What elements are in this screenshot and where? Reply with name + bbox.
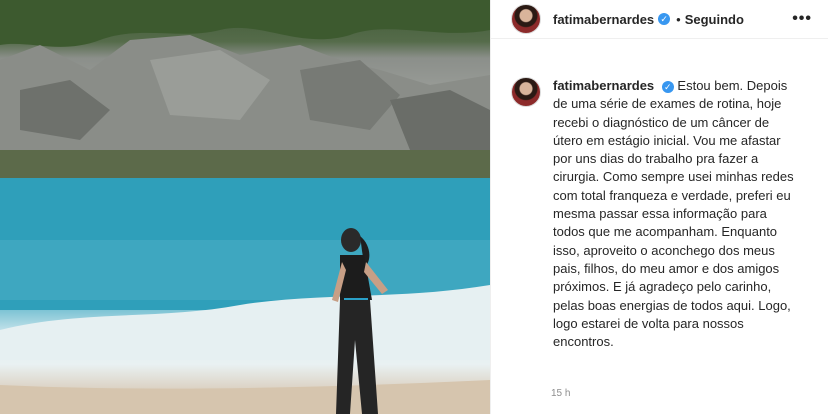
beach-scene-illustration xyxy=(0,0,490,414)
caption-avatar[interactable] xyxy=(511,77,541,107)
post-timestamp[interactable]: 15 h xyxy=(551,388,570,399)
verified-badge-icon: ✓ xyxy=(658,13,671,25)
following-button[interactable]: Seguindo xyxy=(685,12,744,27)
caption-verified-badge-icon: ✓ xyxy=(661,81,674,93)
post-photo[interactable] xyxy=(0,0,490,414)
caption-text-block: fatimabernardes ✓ Estou bem. Depois de u… xyxy=(553,77,795,351)
post-header: fatimabernardes ✓ • Seguindo ••• xyxy=(491,0,828,39)
instagram-post: fatimabernardes ✓ • Seguindo ••• fatimab… xyxy=(0,0,828,414)
post-sidebar: fatimabernardes ✓ • Seguindo ••• fatimab… xyxy=(490,0,828,414)
profile-avatar[interactable] xyxy=(511,4,541,34)
more-options-icon[interactable]: ••• xyxy=(792,10,812,28)
header-separator: • xyxy=(676,11,681,27)
post-caption: fatimabernardes ✓ Estou bem. Depois de u… xyxy=(491,39,828,351)
header-username[interactable]: fatimabernardes xyxy=(553,12,654,27)
caption-username[interactable]: fatimabernardes xyxy=(553,78,654,93)
caption-text: Estou bem. Depois de uma série de exames… xyxy=(553,78,794,350)
